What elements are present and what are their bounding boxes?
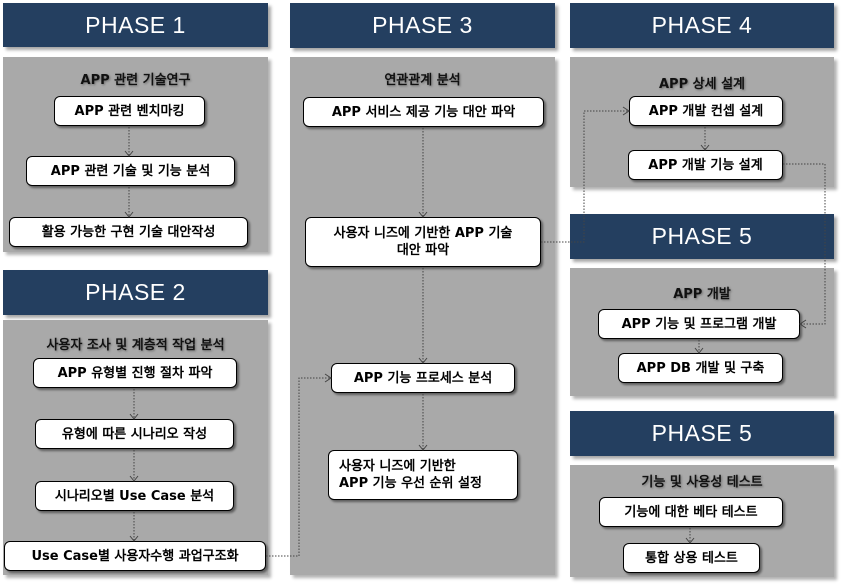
phase-3-title: 연관관계 분석 [384, 73, 461, 88]
phase-3-step-2[interactable]: 사용자 니즈에 기반한 APP 기술 대안 파악 [305, 217, 541, 267]
phase-5-dev-step-1[interactable]: APP 기능 및 프로그램 개발 [598, 309, 800, 339]
phase-1-step-2[interactable]: APP 관련 기술 및 기능 분석 [26, 156, 235, 186]
phase-2-step-3[interactable]: 시나리오별 Use Case 분석 [35, 481, 234, 511]
phase-2-header-label: PHASE 2 [85, 279, 186, 305]
phase-3-step-1[interactable]: APP 서비스 제공 기능 대안 파악 [303, 97, 544, 127]
phase-4-header-label: PHASE 4 [651, 12, 753, 38]
phase-1-title: APP 관련 기술연구 [80, 73, 191, 88]
phase-5-dev-step-2[interactable]: APP DB 개발 및 구축 [618, 353, 783, 383]
phase-3-header: PHASE 3 [290, 3, 555, 48]
phase-5-test-step-2[interactable]: 통합 상용 테스트 [623, 543, 760, 573]
phase-3-step-3[interactable]: APP 기능 프로세스 분석 [331, 363, 515, 393]
phase-4-title: APP 상세 설계 [658, 77, 745, 92]
phase-4-step-2[interactable]: APP 개발 기능 설계 [628, 150, 783, 180]
phase-4-step-1[interactable]: APP 개발 컨셉 설계 [629, 96, 783, 126]
phase-5-test-title: 기능 및 사용성 테스트 [641, 475, 763, 490]
phase-5-test-step-1[interactable]: 기능에 대한 베타 테스트 [599, 497, 783, 527]
phase-4-header: PHASE 4 [570, 3, 834, 48]
phase-1-header-label: PHASE 1 [85, 11, 186, 38]
phase-5-dev-title: APP 개발 [673, 287, 731, 302]
phase-2-header: PHASE 2 [3, 270, 268, 315]
phase-1-header: PHASE 1 [3, 3, 268, 47]
phase-1-step-3[interactable]: 활용 가능한 구현 기술 대안작성 [9, 217, 248, 247]
phase-2-step-1[interactable]: APP 유형별 진행 절차 파악 [33, 358, 237, 388]
phase-5-dev-header: PHASE 5 [570, 214, 834, 259]
phase-2-title: 사용자 조사 및 계층적 작업 분석 [46, 338, 225, 353]
phase-1-step-1[interactable]: APP 관련 벤치마킹 [54, 96, 205, 126]
phase-5-test-header: PHASE 5 [570, 411, 834, 456]
phase-3-header-label: PHASE 3 [372, 12, 473, 38]
phase-5-test-header-label: PHASE 5 [651, 420, 753, 446]
phase-2-step-4[interactable]: Use Case별 사용자수행 과업구조화 [4, 541, 266, 571]
phase-2-step-2[interactable]: 유형에 따른 시나리오 작성 [35, 419, 234, 449]
phase-3-step-4[interactable]: 사용자 니즈에 기반한 APP 기능 우선 순위 설정 [328, 450, 518, 500]
phase-5-dev-header-label: PHASE 5 [651, 223, 753, 249]
